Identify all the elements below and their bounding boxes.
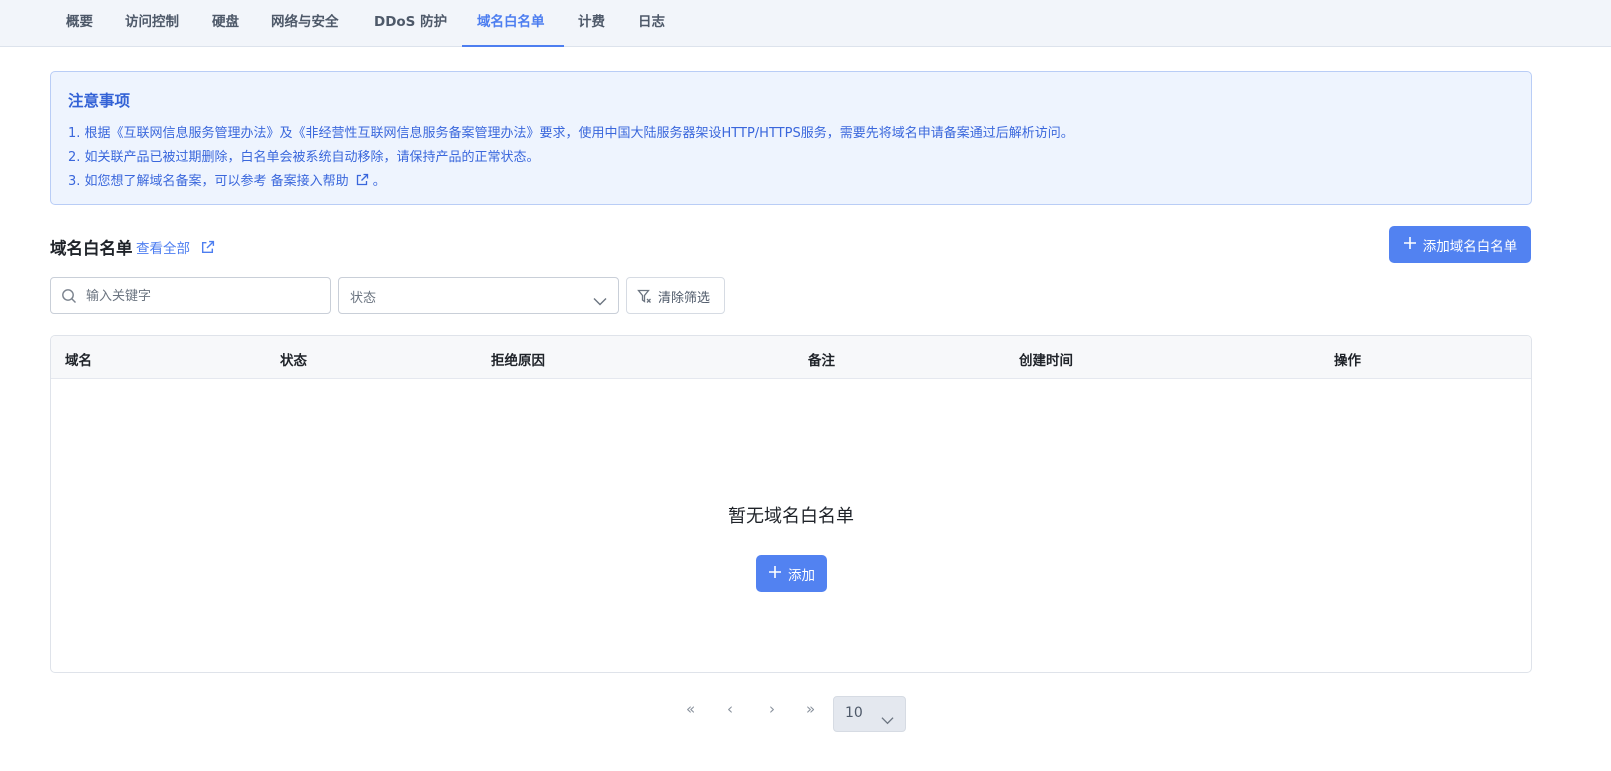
search-box[interactable]	[50, 277, 331, 314]
first-page-button[interactable]: «	[686, 700, 695, 718]
tab-domain-whitelist[interactable]: 域名白名单	[477, 0, 545, 47]
column-header-domain: 域名	[65, 353, 92, 369]
notice-line-3-prefix: 3. 如您想了解域名备案，可以参考	[68, 174, 271, 189]
status-select-value: 状态	[350, 291, 377, 306]
table-header: 域名 状态 拒绝原因 备注 创建时间 操作	[51, 336, 1531, 379]
notice-line-2: 2. 如关联产品已被过期删除，白名单会被系统自动移除，请保持产品的正常状态。	[68, 150, 540, 165]
column-header-actions: 操作	[1334, 353, 1361, 369]
page-size-select[interactable]: 10	[833, 696, 906, 732]
status-select[interactable]: 状态	[338, 277, 619, 314]
clear-filters-button[interactable]: 清除筛选	[626, 277, 725, 314]
active-tab-indicator	[462, 45, 564, 47]
view-all-label: 查看全部	[136, 241, 190, 257]
chevron-down-icon	[881, 710, 894, 729]
empty-add-button[interactable]: 添加	[756, 555, 827, 592]
empty-add-label: 添加	[788, 567, 815, 584]
empty-state-text: 暂无域名白名单	[728, 506, 854, 527]
tab-ddos-protection[interactable]: DDoS 防护	[374, 0, 447, 47]
search-input[interactable]	[86, 286, 316, 306]
external-link-icon	[200, 240, 215, 259]
notice-line-3-suffix: 。	[372, 174, 386, 189]
chevron-down-icon	[593, 291, 607, 310]
add-domain-whitelist-button[interactable]: 添加域名白名单	[1389, 226, 1531, 263]
next-page-button[interactable]: ›	[769, 700, 775, 718]
column-header-reject-reason: 拒绝原因	[491, 353, 545, 369]
column-header-created-time: 创建时间	[1019, 353, 1073, 369]
plus-icon	[768, 565, 782, 583]
tab-bar: 概要 访问控制 硬盘 网络与安全 DDoS 防护 域名白名单 计费 日志	[0, 0, 1611, 47]
column-header-status: 状态	[280, 353, 307, 369]
section-title: 域名白名单	[50, 239, 133, 258]
whitelist-table: 域名 状态 拒绝原因 备注 创建时间 操作 暂无域名白名单 添加	[50, 335, 1532, 673]
clear-filters-label: 清除筛选	[658, 291, 711, 306]
last-page-button[interactable]: »	[806, 700, 815, 718]
prev-page-button[interactable]: ‹	[727, 700, 733, 718]
notice-panel: 注意事项 1. 根据《互联网信息服务管理办法》及《非经营性互联网信息服务备案管理…	[50, 71, 1532, 205]
search-icon	[61, 288, 77, 308]
view-all-link[interactable]: 查看全部	[136, 237, 215, 259]
tab-disk[interactable]: 硬盘	[212, 0, 239, 47]
notice-line-1: 1. 根据《互联网信息服务管理办法》及《非经营性互联网信息服务备案管理办法》要求…	[68, 126, 1074, 141]
tab-network-security[interactable]: 网络与安全	[271, 0, 339, 47]
filter-clear-icon	[637, 289, 652, 308]
plus-icon	[1403, 236, 1417, 254]
notice-line-3: 3. 如您想了解域名备案，可以参考 备案接入帮助 。	[68, 170, 386, 191]
external-link-icon	[355, 173, 369, 191]
filing-help-link[interactable]: 备案接入帮助	[271, 174, 349, 189]
tab-overview[interactable]: 概要	[66, 0, 93, 47]
column-header-remark: 备注	[808, 353, 835, 369]
tab-billing[interactable]: 计费	[578, 0, 605, 47]
add-domain-whitelist-label: 添加域名白名单	[1422, 238, 1518, 255]
tab-logs[interactable]: 日志	[638, 0, 665, 47]
tab-access-control[interactable]: 访问控制	[125, 0, 179, 47]
notice-title: 注意事项	[68, 92, 131, 110]
page-size-value: 10	[845, 705, 863, 721]
